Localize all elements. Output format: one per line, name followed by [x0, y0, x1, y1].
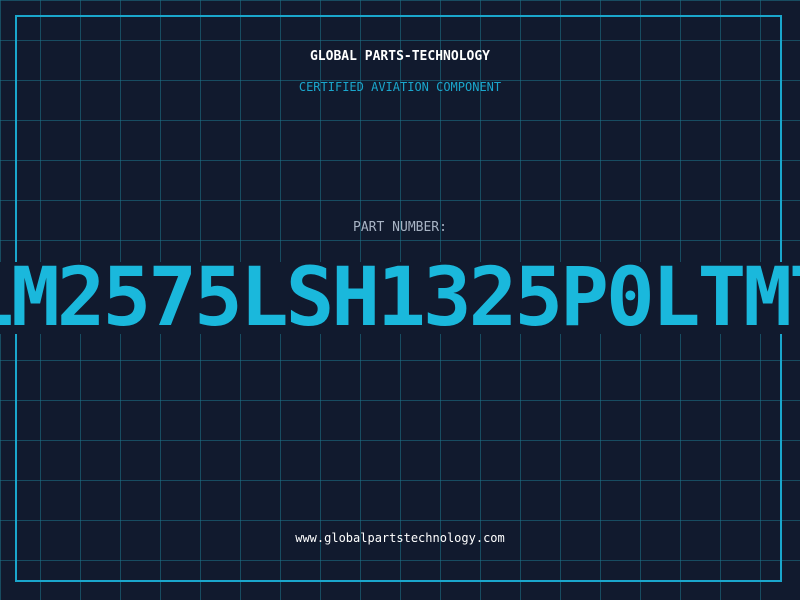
certification-subtitle: CERTIFIED AVIATION COMPONENT	[298, 80, 502, 94]
part-label-page: GLOBAL PARTS-TECHNOLOGY CERTIFIED AVIATI…	[0, 0, 800, 600]
company-name: GLOBAL PARTS-TECHNOLOGY	[309, 49, 490, 64]
part-number-value: LM2575LSH1325P0LTMT	[0, 251, 800, 345]
part-number-label: PART NUMBER:	[353, 220, 447, 235]
website-url: www.globalpartstechnology.com	[295, 531, 505, 545]
